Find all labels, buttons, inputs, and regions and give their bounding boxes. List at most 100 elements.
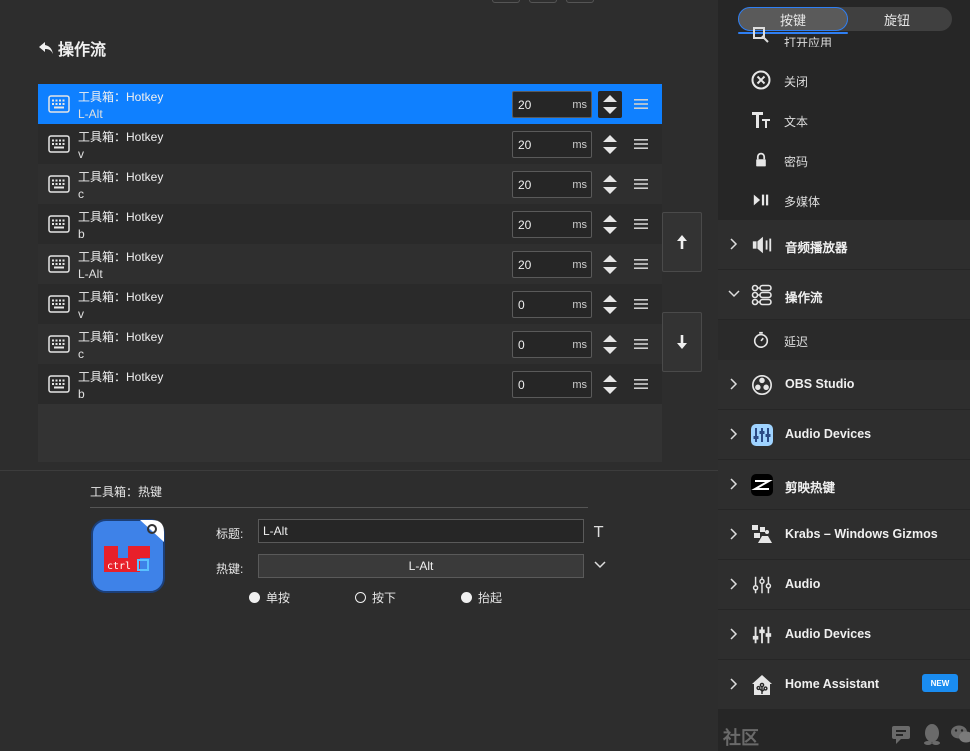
action-title: 工具箱：Hotkey bbox=[78, 210, 164, 224]
category-speaker[interactable]: 音频播放器 bbox=[718, 220, 970, 269]
mode-radio-press[interactable]: 按下 bbox=[355, 589, 396, 606]
stepper-arrows-icon bbox=[598, 135, 622, 161]
chevron-down-icon bbox=[728, 290, 740, 298]
drag-handle-icon[interactable] bbox=[634, 338, 648, 350]
action-row[interactable]: 工具箱：Hotkey L-Alt 20 ms bbox=[38, 84, 662, 124]
action-row[interactable]: 工具箱：Hotkey v 20 ms bbox=[38, 124, 662, 164]
delay-input[interactable]: 20 ms bbox=[512, 131, 592, 158]
action-key: b bbox=[78, 227, 85, 241]
delay-input[interactable]: 20 ms bbox=[512, 91, 592, 118]
action-row[interactable]: 工具箱：Hotkey b 20 ms bbox=[38, 204, 662, 244]
qq-icon[interactable] bbox=[920, 722, 944, 746]
category-gizmos[interactable]: Krabs – Windows Gizmos bbox=[718, 510, 970, 559]
delay-input[interactable]: 20 ms bbox=[512, 211, 592, 238]
title-input[interactable] bbox=[258, 519, 584, 543]
mode-radio-release[interactable]: 抬起 bbox=[461, 589, 502, 606]
keyboard-icon bbox=[48, 95, 70, 113]
delay-value: 0 bbox=[518, 338, 525, 352]
delay-stepper[interactable] bbox=[598, 331, 622, 358]
delay-stepper[interactable] bbox=[598, 91, 622, 118]
category-mixer-app[interactable]: Audio Devices bbox=[718, 410, 970, 459]
delay-unit: ms bbox=[572, 339, 587, 351]
category-label: 操作流 bbox=[785, 291, 823, 305]
drag-handle-icon[interactable] bbox=[634, 378, 648, 390]
wechat-icon[interactable] bbox=[950, 722, 970, 746]
drag-handle-icon[interactable] bbox=[634, 178, 648, 190]
move-up-button[interactable] bbox=[662, 212, 702, 272]
drag-handle-icon[interactable] bbox=[634, 258, 648, 270]
toolbar-button-stub[interactable] bbox=[566, 0, 594, 3]
category-sliders[interactable]: Audio bbox=[718, 560, 970, 609]
drag-handle-icon[interactable] bbox=[634, 298, 648, 310]
delay-input[interactable]: 20 ms bbox=[512, 171, 592, 198]
delay-stepper[interactable] bbox=[598, 211, 622, 238]
mode-radio-single[interactable]: 单按 bbox=[249, 589, 290, 606]
category-label: Audio Devices bbox=[785, 627, 872, 641]
category-flow[interactable]: 操作流 bbox=[718, 270, 970, 319]
action-row[interactable]: 工具箱：Hotkey v 0 ms bbox=[38, 284, 662, 324]
delay-stepper[interactable] bbox=[598, 251, 622, 278]
chevron-down-icon[interactable] bbox=[594, 560, 606, 570]
back-arrow-icon[interactable] bbox=[38, 40, 54, 56]
delay-unit: ms bbox=[572, 139, 587, 151]
sidebar-item-password[interactable]: 密码 bbox=[718, 140, 970, 180]
delay-input[interactable]: 0 ms bbox=[512, 371, 592, 398]
radio-dot bbox=[355, 592, 366, 603]
delay-stepper[interactable] bbox=[598, 131, 622, 158]
delay-input[interactable]: 20 ms bbox=[512, 251, 592, 278]
delay-stepper[interactable] bbox=[598, 371, 622, 398]
action-title: 工具箱：Hotkey bbox=[78, 290, 164, 304]
text-format-icon[interactable]: T bbox=[594, 523, 603, 541]
stepper-arrows-icon bbox=[598, 95, 622, 121]
delay-stepper[interactable] bbox=[598, 291, 622, 318]
hotkey-app-icon[interactable]: ctrl bbox=[90, 518, 166, 594]
keyboard-icon bbox=[48, 255, 70, 273]
delay-unit: ms bbox=[572, 379, 587, 391]
lock-icon bbox=[751, 150, 771, 170]
action-title: 工具箱：Hotkey bbox=[78, 250, 164, 264]
delay-input[interactable]: 0 ms bbox=[512, 331, 592, 358]
drag-handle-icon[interactable] bbox=[634, 218, 648, 230]
hotkey-field[interactable]: L-Alt bbox=[258, 554, 584, 578]
sidebar-item-label: 密码 bbox=[784, 155, 809, 169]
action-row[interactable]: 工具箱：Hotkey c 20 ms bbox=[38, 164, 662, 204]
delay-stepper[interactable] bbox=[598, 171, 622, 198]
app-icon-text: ctrl bbox=[107, 561, 131, 572]
title-label: 标题: bbox=[216, 527, 244, 541]
category-capcut[interactable]: 剪映热键 bbox=[718, 460, 970, 509]
category-label: Krabs – Windows Gizmos bbox=[785, 527, 938, 541]
category-obs[interactable]: OBS Studio bbox=[718, 360, 970, 409]
sliders-icon bbox=[750, 573, 774, 597]
action-key: L-Alt bbox=[78, 267, 103, 281]
chevron-right-icon bbox=[730, 578, 738, 590]
sidebar-item-text[interactable]: 文本 bbox=[718, 100, 970, 140]
drag-handle-icon[interactable] bbox=[634, 138, 648, 150]
drag-handle-icon[interactable] bbox=[634, 98, 648, 110]
new-badge: NEW bbox=[922, 674, 958, 692]
move-down-button[interactable] bbox=[662, 312, 702, 372]
category-faders[interactable]: Audio Devices bbox=[718, 610, 970, 659]
action-row[interactable]: 工具箱：Hotkey L-Alt 20 ms bbox=[38, 244, 662, 284]
action-title: 工具箱：Hotkey bbox=[78, 90, 164, 104]
delay-value: 20 bbox=[518, 258, 532, 272]
keyboard-icon bbox=[48, 295, 70, 313]
keyboard-icon bbox=[48, 175, 70, 193]
page-title: 操作流 bbox=[58, 42, 107, 59]
category-home[interactable]: Home Assistant NEW bbox=[718, 660, 970, 709]
sidebar-item-media[interactable]: 多媒体 bbox=[718, 180, 970, 220]
toolbar-button-stub[interactable] bbox=[529, 0, 557, 3]
chat-icon[interactable] bbox=[890, 722, 914, 746]
action-key: v bbox=[78, 147, 84, 161]
timer-icon bbox=[751, 330, 771, 350]
action-row[interactable]: 工具箱：Hotkey c 0 ms bbox=[38, 324, 662, 364]
keyboard-icon bbox=[48, 135, 70, 153]
delay-input[interactable]: 0 ms bbox=[512, 291, 592, 318]
radio-dot bbox=[461, 592, 472, 603]
toolbar-button-stub[interactable] bbox=[492, 0, 520, 3]
action-row[interactable]: 工具箱：Hotkey b 0 ms bbox=[38, 364, 662, 404]
sidebar-item-open-app[interactable]: 打开应用 bbox=[718, 23, 970, 47]
sidebar-item-delay[interactable]: 延迟 bbox=[718, 320, 970, 360]
keyboard-icon bbox=[48, 215, 70, 233]
sidebar-item-close[interactable]: 关闭 bbox=[718, 60, 970, 100]
back-header[interactable]: 操作流 bbox=[38, 36, 106, 60]
